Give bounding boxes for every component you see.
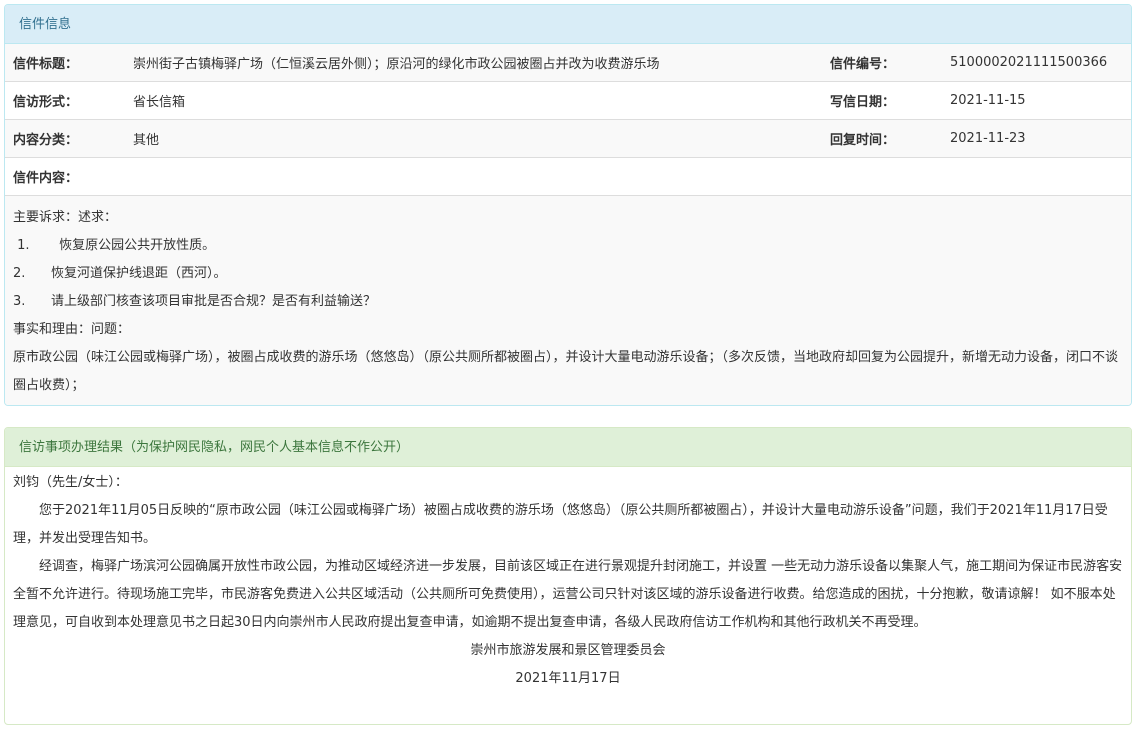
letter-info-heading: 信件信息 (5, 5, 1131, 44)
list-item-text: 恢复河道保护线退距（西河）。 (51, 266, 227, 281)
list-item: 2. 恢复河道保护线退距（西河）。 (13, 260, 1123, 288)
title-label: 信件标题： (5, 44, 125, 82)
write-date-value: 2021-11-15 (942, 81, 1131, 120)
table-row: 信访形式： 省长信箱 写信日期： 2021-11-15 (5, 81, 1131, 120)
title-value: 崇州街子古镇梅驿广场（仁恒溪云居外侧）；原沿河的绿化市政公园被圈占并改为收费游乐… (125, 44, 822, 82)
result-panel: 信访事项办理结果（为保护网民隐私，网民个人基本信息不作公开） 刘钧（先生/女士）… (4, 427, 1132, 725)
form-value: 省长信箱 (125, 81, 822, 120)
list-item-number: 3. (13, 294, 26, 309)
list-item: 3. 请上级部门核查该项目审批是否合规？是否有利益输送？ (13, 288, 1123, 316)
list-item-number: 1. (17, 238, 30, 253)
write-date-label: 写信日期： (822, 81, 942, 120)
signature-date: 2021年11月17日 (515, 671, 621, 686)
reply-time-label: 回复时间： (822, 119, 942, 158)
reply-salutation: 刘钧（先生/女士）： (13, 475, 128, 490)
letter-info-panel: 信件信息 信件标题： 崇州街子古镇梅驿广场（仁恒溪云居外侧）；原沿河的绿化市政公… (4, 4, 1132, 406)
list-item-text: 请上级部门核查该项目审批是否合规？是否有利益输送？ (51, 294, 377, 309)
reasons-heading: 事实和理由：问题： (13, 322, 131, 337)
letter-content: 主要诉求：述求： 1. 恢复原公园公共开放性质。 2. 恢复河道保护线退距（西河）。… (5, 196, 1131, 405)
category-value: 其他 (125, 119, 822, 158)
demands-heading: 主要诉求：述求： (13, 210, 118, 225)
letter-info-table: 信件标题： 崇州街子古镇梅驿广场（仁恒溪云居外侧）；原沿河的绿化市政公园被圈占并… (5, 44, 1131, 196)
table-row: 信件内容： (5, 157, 1131, 196)
reply-paragraph-2: 经调查，梅驿广场滨河公园确属开放性市政公园，为推动区域经济进一步发展，目前该区域… (13, 559, 1123, 630)
result-heading: 信访事项办理结果（为保护网民隐私，网民个人基本信息不作公开） (5, 428, 1131, 467)
reasons-text: 原市政公园（味江公园或梅驿广场），被圈占成收费的游乐场（悠悠岛）（原公共厕所都被… (13, 350, 1119, 393)
number-label: 信件编号： (822, 44, 942, 82)
reply-paragraph-1: 您于2021年11月05日反映的“原市政公园（味江公园或梅驿广场）被圈占成收费的… (13, 503, 1108, 546)
list-item: 1. 恢复原公园公共开放性质。 (13, 232, 1123, 260)
number-value: 5100002021111500366 (942, 44, 1131, 82)
content-label: 信件内容： (5, 157, 1131, 196)
reply-body: 刘钧（先生/女士）： 您于2021年11月05日反映的“原市政公园（味江公园或梅… (5, 467, 1131, 693)
list-item-text: 恢复原公园公共开放性质。 (59, 238, 216, 253)
reply-time-value: 2021-11-23 (942, 119, 1131, 158)
category-label: 内容分类： (5, 119, 125, 158)
list-item-number: 2. (13, 266, 26, 281)
signature-organization: 崇州市旅游发展和景区管理委员会 (470, 643, 666, 658)
form-label: 信访形式： (5, 81, 125, 120)
table-row: 内容分类： 其他 回复时间： 2021-11-23 (5, 119, 1131, 158)
table-row: 信件标题： 崇州街子古镇梅驿广场（仁恒溪云居外侧）；原沿河的绿化市政公园被圈占并… (5, 44, 1131, 82)
